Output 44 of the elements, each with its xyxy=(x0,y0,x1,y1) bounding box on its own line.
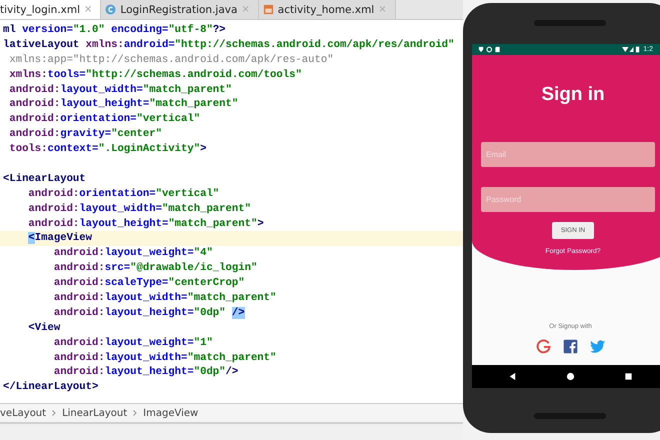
class-icon xyxy=(105,4,116,15)
square-icon[interactable] xyxy=(624,372,633,381)
code-line: android:layout_width="match_parent" xyxy=(27,202,251,215)
code-line: android:layout_height="0dp"/> xyxy=(52,366,238,378)
code-line: xmlns:tools="http://schemas.android.com/tools" xyxy=(8,68,302,81)
code-line: tools:context=".LoginActivity"> xyxy=(8,143,206,156)
home-icon[interactable] xyxy=(566,372,575,381)
code-line: android:layout_weight="1" xyxy=(52,336,213,349)
code-line: <LinearLayout xyxy=(3,172,86,185)
google-icon[interactable] xyxy=(535,338,552,355)
chevron-icon xyxy=(133,410,138,416)
code-line: <View xyxy=(27,322,60,334)
layout-file-icon xyxy=(262,4,274,15)
code-line: <ImageView xyxy=(27,232,92,244)
code-line: android:scaleType="centerCrop" xyxy=(52,277,245,290)
code-line: android:gravity="center" xyxy=(8,128,162,140)
code-line: xmlns:app="http://schemas.android.com/apk/res-auto" xyxy=(8,54,334,66)
bird-icon[interactable] xyxy=(589,338,606,355)
code-line: android:orientation="vertical" xyxy=(27,188,220,200)
code-line: android:layout_height="match_parent"> xyxy=(27,218,264,230)
sign-in-title: Sign in xyxy=(541,84,605,106)
file-tab[interactable]: tivity_login.xml × xyxy=(0,0,102,19)
breadcrumb-item[interactable]: ImageView xyxy=(143,408,198,418)
back-icon[interactable] xyxy=(508,372,518,381)
code-line: android:layout_width="match_parent" xyxy=(8,84,232,96)
code-line: android:layout_width="match_parent" xyxy=(52,292,276,304)
code-line: ml version="1.0" encoding="utf-8"?> xyxy=(3,24,226,36)
chevron-icon xyxy=(52,410,56,416)
email-field[interactable]: Email xyxy=(481,142,655,167)
file-tab[interactable]: activity_home.xml × xyxy=(258,0,396,19)
password-field[interactable]: Password xyxy=(481,187,655,212)
code-line: android:layout_weight="4" xyxy=(52,247,213,260)
code-line: lativeLayout xmlns:android="http://schemas.android.com/apk/res/android" xyxy=(3,38,454,51)
code-line: android:layout_height="match_parent" xyxy=(8,98,238,110)
code-line: android:layout_height="0dp" /> xyxy=(52,306,245,319)
breadcrumb-item[interactable]: veLayout xyxy=(0,408,46,418)
code-line: android:layout_width="match_parent" xyxy=(52,352,276,364)
code-line: android:src="@drawable/ic_login" xyxy=(52,262,258,274)
code-line: </LinearLayout> xyxy=(3,381,98,394)
signal-battery-icon xyxy=(622,46,640,53)
breadcrumb-item[interactable]: LinearLayout xyxy=(62,408,128,418)
code-line: android:orientation="vertical" xyxy=(8,113,200,126)
file-tab[interactable]: LoginRegistration.java × xyxy=(101,0,259,19)
facebook-icon[interactable] xyxy=(562,338,579,355)
